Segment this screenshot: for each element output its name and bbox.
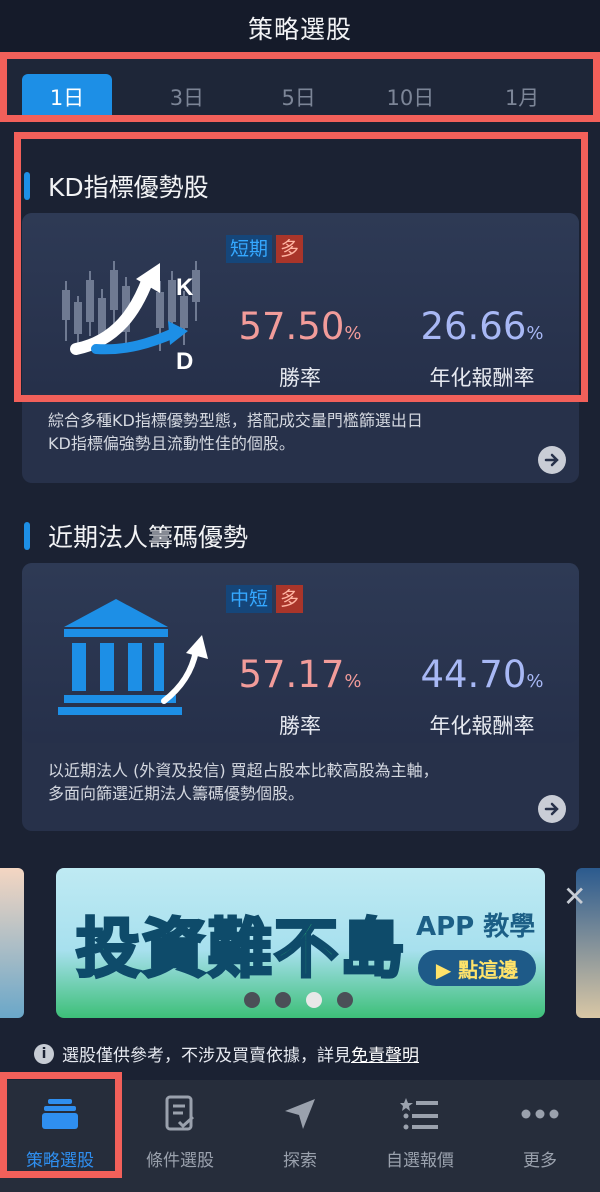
strategy-description: 綜合多種KD指標優勢型態，搭配成交量門檻篩選出日 KD指標偏強勢且流動性佳的個股… [48, 411, 423, 453]
bottom-nav: 策略選股 條件選股 探索 自選報價 更多 [0, 1080, 600, 1192]
carousel-dot-active[interactable] [306, 992, 322, 1008]
section-accent-bar [24, 172, 30, 200]
term-badge: 短期 [226, 235, 273, 263]
page-title: 策略選股 [247, 15, 352, 44]
ad-title: 投資難不島 [75, 912, 406, 989]
tab-1d[interactable]: 1日 [22, 74, 112, 120]
nav-label: 條件選股 [146, 1151, 214, 1171]
nav-more[interactable]: 更多 [480, 1080, 600, 1192]
info-icon: i [34, 1043, 54, 1064]
nav-label: 策略選股 [26, 1151, 94, 1171]
nav-explore[interactable]: 探索 [240, 1080, 360, 1192]
strategy-title-text: KD指標優勢股 [48, 173, 209, 202]
strategy-description: 以近期法人 (外資及投信) 買超占股本比較高股為主軸， 多面向篩選近期法人籌碼優… [48, 761, 439, 803]
win-rate-metric: 57.50% 勝率 [220, 305, 380, 392]
ad-app-label: APP 教學 [416, 912, 536, 942]
tab-1m[interactable]: 1月 [466, 74, 578, 120]
institution-building-icon [58, 599, 208, 715]
strategy-card-kd[interactable]: K D 短期 多 57.50% 勝率 26.66% 年化報酬率 綜合多種KD指標… [22, 213, 579, 483]
disclaimer: i 選股僅供參考，不涉及買賣依據，詳見 免責聲明 [34, 1041, 419, 1066]
direction-badge: 多 [276, 235, 304, 263]
nav-label: 自選報價 [386, 1151, 454, 1171]
strategy-badges: 短期 多 [226, 235, 304, 263]
carousel-dot[interactable] [275, 992, 291, 1008]
carousel-dots [244, 992, 353, 1008]
carousel-dot[interactable] [244, 992, 260, 1008]
close-icon[interactable]: ✕ [563, 880, 586, 913]
tab-5d[interactable]: 5日 [243, 74, 355, 120]
strategy-title-institutional: 近期法人籌碼優勢 [24, 518, 248, 554]
annual-return-metric: 26.66% 年化報酬率 [392, 305, 572, 392]
page-header: 策略選股 [0, 0, 600, 56]
annual-return-metric: 44.70% 年化報酬率 [392, 653, 572, 740]
kd-icon-d: D [176, 348, 193, 371]
win-rate-value: 57.17% [238, 653, 362, 696]
ad-cta-button[interactable]: ▶ 點這邊 [418, 950, 536, 986]
kd-chart-icon: K D [62, 261, 200, 371]
strategy-card-institutional[interactable]: 中短 多 57.17% 勝率 44.70% 年化報酬率 以近期法人 (外資及投信… [22, 563, 579, 831]
annual-return-label: 年化報酬率 [429, 714, 535, 738]
disclaimer-link[interactable]: 免責聲明 [351, 1041, 419, 1066]
stack-icon [38, 1094, 82, 1134]
win-rate-label: 勝率 [279, 366, 321, 390]
strategy-title-kd: KD指標優勢股 [24, 168, 209, 204]
period-tabs: 1日 3日 5日 10日 1月 [0, 56, 600, 120]
nav-watchlist[interactable]: 自選報價 [360, 1080, 480, 1192]
tab-10d[interactable]: 10日 [355, 74, 467, 120]
nav-condition-picks[interactable]: 條件選股 [120, 1080, 240, 1192]
kd-icon-k: K [176, 274, 194, 301]
nav-label: 更多 [523, 1151, 557, 1171]
win-rate-metric: 57.17% 勝率 [220, 653, 380, 740]
ad-prev-slide[interactable] [0, 868, 24, 1018]
win-rate-value: 57.50% [238, 305, 362, 348]
arrow-right-icon[interactable] [538, 795, 566, 823]
section-accent-bar [24, 522, 30, 550]
checklist-icon [158, 1094, 202, 1134]
carousel-dot[interactable] [337, 992, 353, 1008]
strategy-title-text: 近期法人籌碼優勢 [48, 523, 249, 552]
navigation-arrow-icon [278, 1094, 322, 1134]
annual-return-label: 年化報酬率 [429, 366, 535, 390]
annual-return-value: 44.70% [420, 653, 544, 696]
star-list-icon [398, 1094, 442, 1134]
strategy-badges: 中短 多 [226, 585, 304, 613]
more-dots-icon [518, 1094, 562, 1134]
tab-3d[interactable]: 3日 [131, 74, 243, 120]
win-rate-label: 勝率 [279, 714, 321, 738]
arrow-right-icon[interactable] [538, 446, 566, 474]
nav-strategy-picks[interactable]: 策略選股 [0, 1080, 120, 1192]
annual-return-value: 26.66% [420, 305, 544, 348]
disclaimer-text: 選股僅供參考，不涉及買賣依據，詳見 [62, 1046, 351, 1066]
term-badge: 中短 [226, 585, 273, 613]
direction-badge: 多 [276, 585, 304, 613]
nav-label: 探索 [283, 1151, 317, 1171]
ad-carousel[interactable]: 投資難不島 APP 教學 ▶ 點這邊 ✕ [0, 868, 600, 1023]
